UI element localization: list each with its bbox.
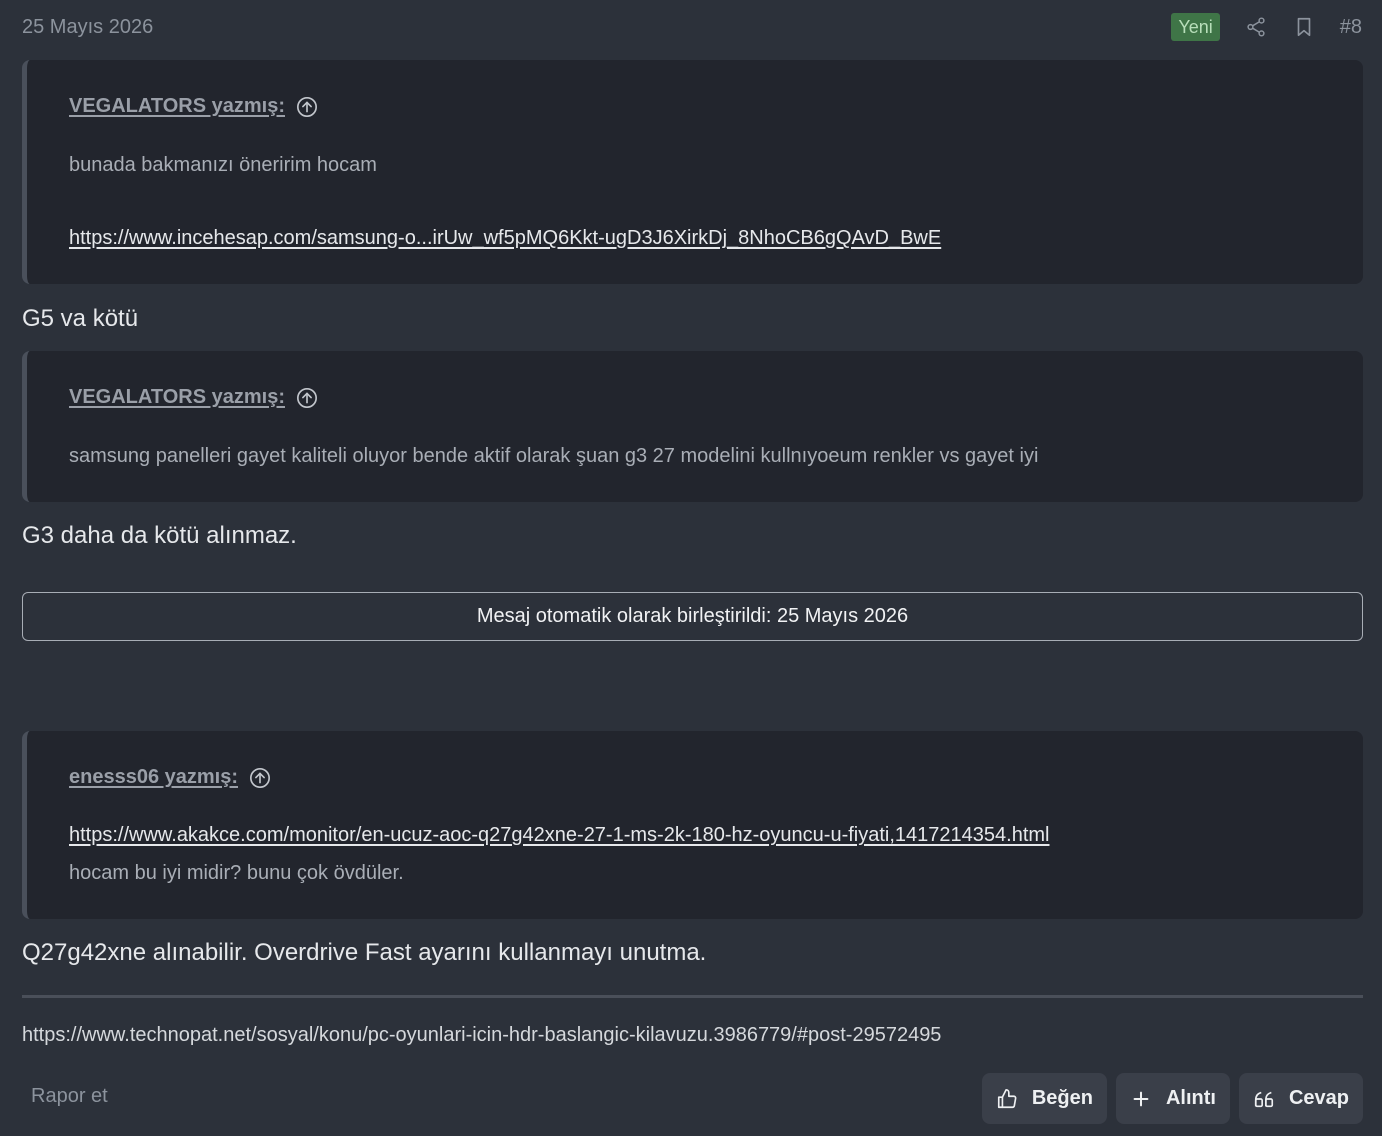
quote-url-link[interactable]: https://www.incehesap.com/samsung-o...ir… — [69, 227, 941, 250]
thumbs-up-icon — [996, 1088, 1018, 1110]
post-header: 25 Mayıs 2026 Yeni #8 — [22, 10, 1362, 44]
quote-block: enesss06 yazmış: https://www.akakce.com/… — [22, 731, 1363, 919]
reply-button[interactable]: Cevap — [1238, 1073, 1363, 1124]
like-button[interactable]: Beğen — [981, 1073, 1107, 1124]
post-date[interactable]: 25 Mayıs 2026 — [22, 16, 153, 39]
quote-marks-icon — [1253, 1088, 1275, 1110]
reply-text: G3 daha da kötü alınmaz. — [22, 522, 297, 549]
quote-button-label: Alıntı — [1165, 1087, 1216, 1109]
quote-author: VEGALATORS yazmış: — [69, 95, 318, 118]
like-button-label: Beğen — [1031, 1087, 1093, 1109]
quote-text: samsung panelleri gayet kaliteli oluyor … — [69, 445, 1039, 467]
quote-text: hocam bu iyi midir? bunu çok övdüler. — [69, 862, 404, 884]
quote-author-link[interactable]: VEGALATORS yazmış: — [69, 95, 285, 118]
quote-button[interactable]: Alıntı — [1115, 1073, 1230, 1124]
merge-notice: Mesaj otomatik olarak birleştirildi: 25 … — [22, 592, 1363, 641]
forum-post: 25 Mayıs 2026 Yeni #8 VEGALATORS yazmış: — [0, 0, 1382, 1136]
quote-block: VEGALATORS yazmış: bunada bakmanızı öner… — [22, 60, 1363, 284]
reply-text: Q27g42xne alınabilir. Overdrive Fast aya… — [22, 939, 707, 966]
post-number[interactable]: #8 — [1340, 16, 1362, 39]
quote-author: enesss06 yazmış: — [69, 766, 271, 789]
post-actions: Beğen Alıntı Cevap — [981, 1073, 1363, 1124]
new-badge: Yeni — [1171, 13, 1220, 41]
share-icon[interactable] — [1244, 15, 1268, 39]
quote-text: bunada bakmanızı öneririm hocam — [69, 154, 377, 176]
report-link[interactable]: Rapor et — [31, 1085, 108, 1108]
quote-author: VEGALATORS yazmış: — [69, 386, 318, 409]
jump-to-quote-icon[interactable] — [296, 387, 318, 409]
plus-icon — [1130, 1088, 1152, 1110]
quote-author-link[interactable]: enesss06 yazmış: — [69, 766, 238, 789]
quote-author-link[interactable]: VEGALATORS yazmış: — [69, 386, 285, 409]
quote-block: VEGALATORS yazmış: samsung panelleri gay… — [22, 351, 1363, 502]
signature-link[interactable]: https://www.technopat.net/sosyal/konu/pc… — [22, 1024, 941, 1047]
signature-divider — [22, 995, 1363, 998]
quote-url-link[interactable]: https://www.akakce.com/monitor/en-ucuz-a… — [69, 824, 1049, 847]
reply-text: G5 va kötü — [22, 305, 139, 332]
post-header-actions: Yeni #8 — [1171, 12, 1362, 42]
bookmark-icon[interactable] — [1292, 15, 1316, 39]
jump-to-quote-icon[interactable] — [249, 767, 271, 789]
reply-button-label: Cevap — [1288, 1087, 1349, 1109]
jump-to-quote-icon[interactable] — [296, 96, 318, 118]
